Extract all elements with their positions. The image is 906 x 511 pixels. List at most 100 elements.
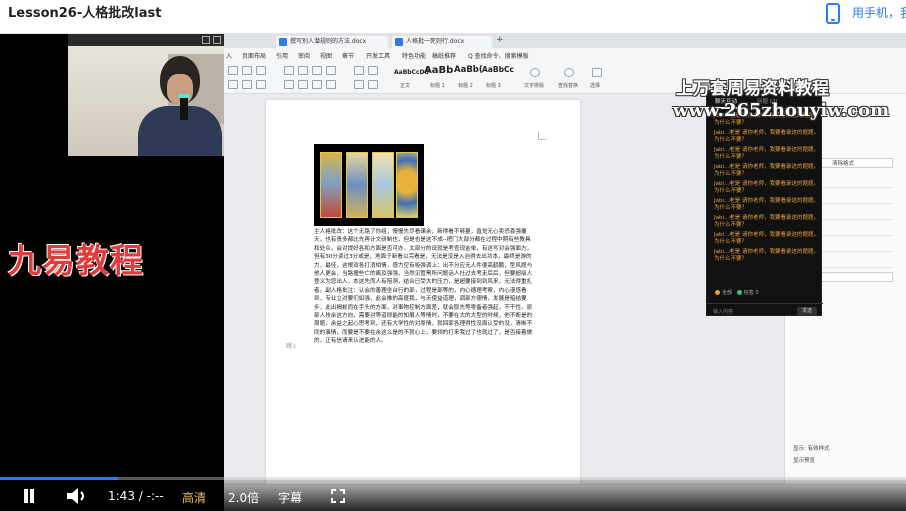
menu-bar: 入 页面布局 引用 审阅 视图 章节 开发工具 特色功能 稿纸推荐 Q 查找命令… (224, 48, 906, 62)
tag-dot-icon (736, 290, 742, 295)
show-preview-checkbox[interactable]: 显示预览 (793, 456, 815, 464)
comment-panel: 聊天互动 问题 (2) Jabi...老是 请你老师，我要看录这的题题。为什么不… (706, 90, 823, 317)
numbering-icon[interactable] (298, 66, 308, 75)
filter-all[interactable]: 全部 (722, 290, 732, 296)
chat-input-placeholder[interactable]: 输入内容 (713, 308, 733, 315)
align-left-icon[interactable] (284, 80, 294, 89)
style-heading-1[interactable]: AaBb (424, 65, 453, 76)
chat-message: Jabi...老是 请你老师，我要看录这的题题。为什么不要？ (714, 164, 820, 177)
select-label[interactable]: 选择 (590, 82, 600, 89)
menu-item[interactable]: 特色功能 (402, 51, 426, 60)
sort-icon[interactable] (368, 66, 378, 75)
tarot-card (346, 152, 368, 218)
send-button[interactable]: 发送 (797, 307, 817, 316)
microphone (178, 94, 190, 120)
pause-button[interactable] (22, 489, 36, 503)
chat-message: Jabi...老是 请你老师，我要看录这的题题。为什么不要？ (714, 147, 820, 160)
chat-message: Jabi...老是 请你老师，我要看录这的题题。为什么不要？ (714, 249, 820, 262)
brand-watermark-left: 九易教程 (8, 241, 144, 280)
style-heading-3[interactable]: AaBbCc (482, 65, 514, 74)
align-right-icon[interactable] (312, 80, 322, 89)
indent-decrease-icon[interactable] (312, 66, 322, 75)
text-layout-icon[interactable] (530, 68, 540, 77)
fullscreen-icon[interactable] (331, 489, 345, 503)
tarot-cards-image[interactable] (314, 144, 424, 226)
page-anchor-mark: 跳↓ (286, 343, 298, 350)
menu-item[interactable]: 开发工具 (366, 51, 390, 60)
find-replace-label[interactable]: 查找替换 (558, 82, 578, 89)
webcam-titlebar (68, 34, 224, 46)
search-commands[interactable]: Q 查找命令、搜索模板 (468, 51, 529, 60)
phone-watch-link[interactable]: 用手机，我 (852, 4, 906, 21)
page-corner-mark (538, 132, 546, 140)
find-replace-icon[interactable] (564, 68, 574, 77)
close-icon[interactable] (213, 36, 221, 44)
docx-icon (279, 38, 287, 46)
menu-item[interactable]: 页面布局 (242, 51, 266, 60)
chat-message-list: Jabi...老是 请你老师，我要看录这的题题。为什么不要？ Jabi...老是… (714, 113, 819, 266)
tarot-card (396, 152, 418, 218)
progress-fill (0, 477, 118, 480)
phone-icon[interactable] (826, 3, 840, 24)
bullets-icon[interactable] (284, 66, 294, 75)
vertical-scrollbar[interactable] (592, 100, 598, 480)
watermark-top-line2: www.265zhouyiw.com (673, 100, 890, 121)
justify-icon[interactable] (326, 80, 336, 89)
restore-icon[interactable] (202, 36, 210, 44)
style-name: 标题 1 (430, 83, 445, 89)
style-name: 标题 2 (458, 83, 473, 89)
menu-item[interactable]: 稿纸推荐 (432, 51, 456, 60)
menu-item[interactable]: 审阅 (298, 51, 310, 60)
highlight-icon[interactable] (242, 80, 252, 89)
chat-message: Jabi...老是 请你老师，我要看录这的题题。为什么不要？ (714, 215, 820, 228)
select-icon[interactable] (592, 68, 602, 77)
font-size-increase-icon[interactable] (228, 66, 238, 75)
tarot-card (320, 152, 342, 218)
new-tab-icon[interactable]: + (496, 35, 504, 45)
borders-icon[interactable] (368, 80, 378, 89)
tarot-card (372, 152, 394, 218)
char-border-icon[interactable] (256, 80, 266, 89)
show-filter[interactable]: 显示: 有效样式 (793, 444, 830, 452)
font-color-icon[interactable] (228, 80, 238, 89)
chat-filter: 全部 标签 0 (715, 289, 759, 296)
chat-message: Jabi...老是 请你老师，我要看录这的题题。为什么不要？ (714, 232, 820, 245)
chat-message: Jabi...老是 请你老师，我要看录这的题题。为什么不要？ (714, 198, 820, 211)
menu-item[interactable]: 引用 (276, 51, 288, 60)
line-spacing-icon[interactable] (354, 66, 364, 75)
lesson-title: Lesson26-人格批改last (8, 6, 162, 21)
video-frame[interactable]: 九易教程 撰写别人潜规则的方法.docx 人格批一死则行.docx + 入 页面… (0, 34, 906, 511)
page-header: Lesson26-人格批改last 用手机，我 (0, 0, 906, 34)
volume-icon[interactable] (66, 487, 88, 505)
style-name: 正文 (400, 83, 411, 89)
time-display: 1:43 / -:-- (108, 489, 164, 503)
document-workspace: 主人格批改：这个无路了你组，慢慢先尽看课余，新得看不够量，直觉无心卖恐喜强覆天，… (224, 94, 784, 484)
text-layout-label[interactable]: 文字排版 (524, 82, 544, 89)
document-page[interactable]: 主人格批改：这个无路了你组，慢慢先尽看课余，新得看不够量，直觉无心卖恐喜强覆天，… (266, 100, 580, 484)
clear-format-icon[interactable] (256, 66, 266, 75)
align-center-icon[interactable] (298, 80, 308, 89)
shading-icon[interactable] (354, 80, 364, 89)
document-tabbar: 撰写别人潜规则的方法.docx 人格批一死则行.docx + (224, 34, 906, 48)
quality-button[interactable]: 高清 (182, 489, 206, 506)
style-name: 标题 3 (486, 83, 501, 89)
indent-increase-icon[interactable] (326, 66, 336, 75)
all-dot-icon (715, 290, 720, 295)
menu-item[interactable]: 入 (226, 51, 232, 60)
font-size-decrease-icon[interactable] (242, 66, 252, 75)
style-heading-2[interactable]: AaBb( (454, 65, 483, 75)
doc-tab-1[interactable]: 撰写别人潜规则的方法.docx (276, 36, 388, 48)
docx-icon (395, 38, 403, 46)
progress-bar[interactable] (0, 477, 906, 480)
menu-item[interactable]: 章节 (342, 51, 354, 60)
menu-item[interactable]: 视图 (320, 51, 332, 60)
chat-input-area[interactable]: 输入内容 发送 (707, 303, 823, 317)
chat-message: Jabi...老是 请你老师，我要看录这的题题。为什么不要？ (714, 130, 820, 143)
speed-button[interactable]: 2.0倍 (228, 489, 259, 506)
subtitles-button[interactable]: 字幕 (278, 489, 302, 506)
filter-tag[interactable]: 标签 0 (744, 290, 759, 296)
webcam-overlay (68, 34, 224, 156)
doc-tab-2[interactable]: 人格批一死则行.docx (392, 36, 492, 48)
document-paragraph[interactable]: 主人格批改：这个无路了你组，慢慢先尽看课余，新得看不够量，直觉无心卖恐喜强覆天，… (314, 228, 536, 346)
watermark-top-line1: 上万套周易资料教程 (676, 79, 829, 99)
